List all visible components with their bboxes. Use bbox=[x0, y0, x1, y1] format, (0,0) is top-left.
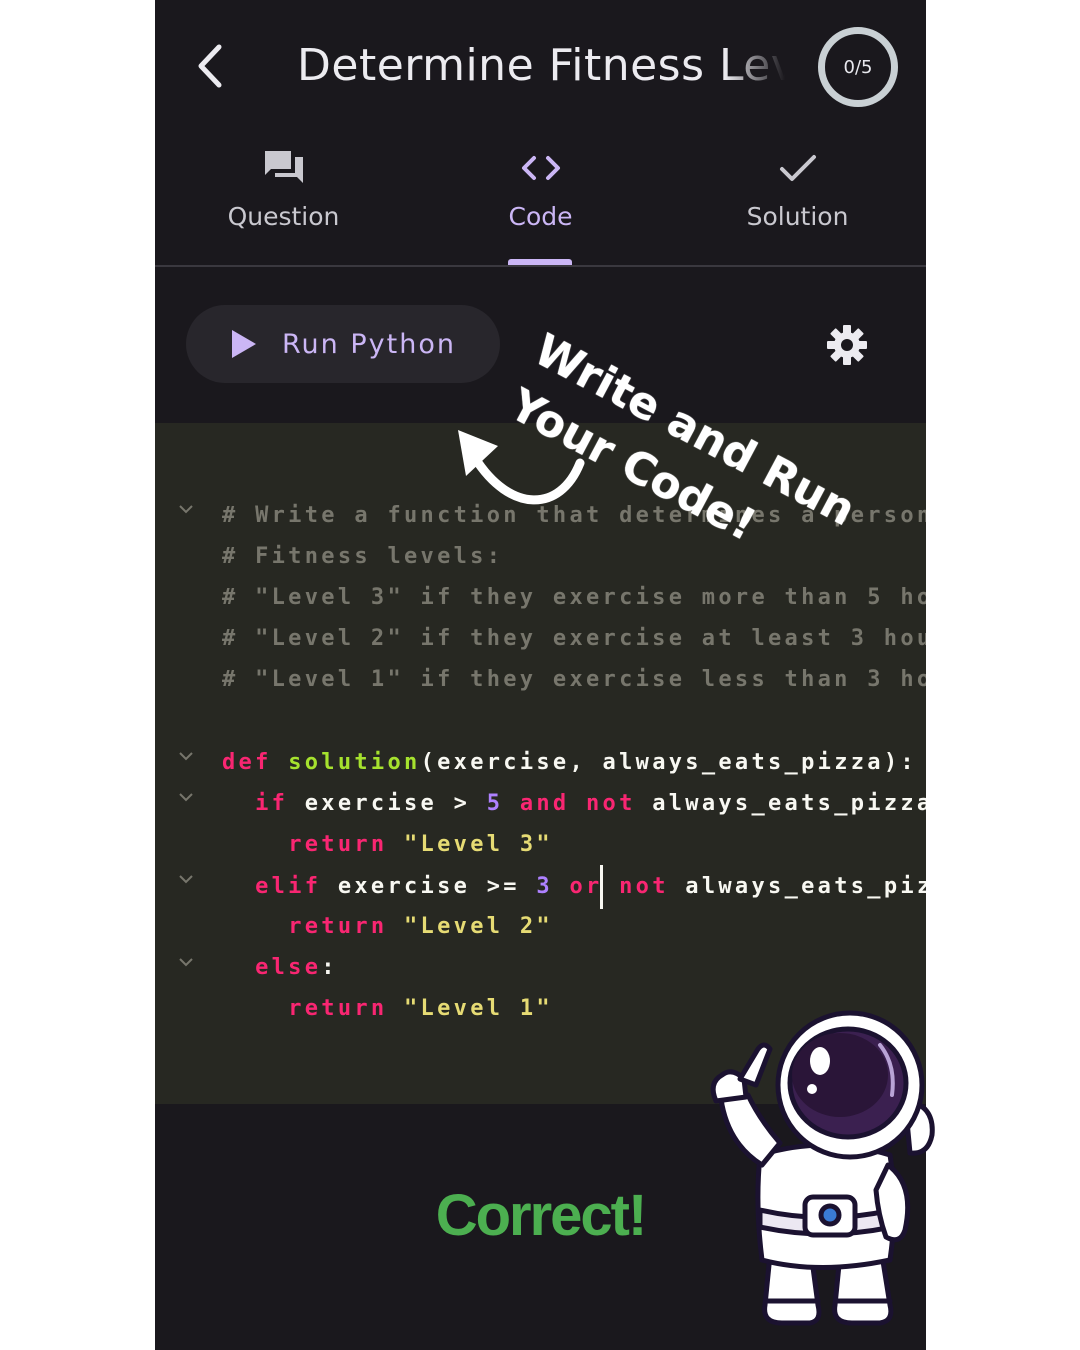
astronaut-illustration bbox=[710, 1010, 935, 1326]
tab-solution[interactable]: Solution bbox=[669, 140, 926, 265]
fold-chevron-icon[interactable] bbox=[177, 870, 195, 888]
tab-solution-label: Solution bbox=[746, 202, 849, 231]
active-tab-indicator bbox=[508, 259, 572, 265]
code-line: return "Level 3" bbox=[288, 832, 553, 857]
fold-chevron-icon[interactable] bbox=[177, 500, 195, 518]
code-line: # Fitness levels: bbox=[222, 544, 504, 569]
back-button[interactable] bbox=[183, 30, 239, 100]
page-title: Determine Fitness Level bbox=[297, 34, 785, 98]
code-line: else: bbox=[255, 955, 338, 980]
tab-question-label: Question bbox=[227, 202, 340, 231]
tab-question[interactable]: Question bbox=[155, 140, 412, 265]
forum-icon bbox=[264, 151, 303, 183]
settings-button[interactable] bbox=[825, 323, 869, 367]
fold-chevron-icon[interactable] bbox=[177, 747, 195, 765]
fold-chevron-icon[interactable] bbox=[177, 788, 195, 806]
chevron-left-icon bbox=[198, 44, 222, 88]
run-python-label: Run Python bbox=[282, 328, 456, 360]
curved-arrow-icon bbox=[458, 430, 585, 505]
code-line: elif exercise >= 3 or not always_eats_pi… bbox=[222, 865, 926, 909]
code-line: def solution(exercise, always_eats_pizza… bbox=[222, 750, 917, 775]
code-line: # "Level 1" if they exercise less than 3… bbox=[222, 667, 926, 692]
progress-indicator: 0/5 bbox=[818, 27, 898, 107]
code-line: return "Level 2" bbox=[288, 914, 553, 939]
tab-code[interactable]: Code bbox=[412, 140, 669, 265]
tab-code-label: Code bbox=[508, 202, 573, 231]
code-line: # "Level 3" if they exercise more than 5… bbox=[222, 585, 926, 610]
gear-icon bbox=[827, 325, 867, 365]
progress-text: 0/5 bbox=[843, 56, 873, 78]
top-bar: Determine Fitness Level 0/5 bbox=[155, 0, 926, 130]
play-icon bbox=[232, 330, 256, 358]
run-python-button[interactable]: Run Python bbox=[186, 305, 500, 383]
code-icon bbox=[521, 156, 560, 180]
tab-bar: Question Code Solution bbox=[155, 140, 926, 267]
check-icon bbox=[779, 155, 816, 181]
fold-chevron-icon[interactable] bbox=[177, 953, 195, 971]
code-line: if exercise > 5 and not always_eats_pizz… bbox=[255, 791, 926, 816]
code-line: return "Level 1" bbox=[288, 996, 553, 1021]
code-line: # "Level 2" if they exercise at least 3 … bbox=[222, 626, 926, 651]
